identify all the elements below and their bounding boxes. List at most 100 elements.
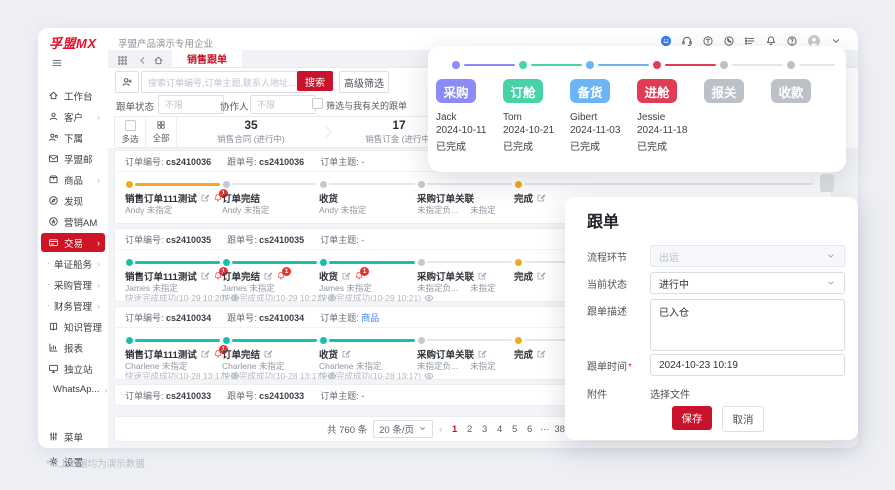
page-4[interactable]: 4 <box>493 422 506 437</box>
order-no-link[interactable]: cs2410034 <box>166 313 211 323</box>
related-to-me-label: 筛选与我有关的跟单 <box>326 101 408 111</box>
multi-select-toggle[interactable]: 多选 <box>115 117 146 147</box>
stage-select[interactable]: 出运 <box>650 245 845 267</box>
sidebar-item-home[interactable]: 工作台 <box>41 86 105 105</box>
sidebar-item-card[interactable]: 交易 › <box>41 233 105 252</box>
apps-grid-icon[interactable] <box>117 52 128 70</box>
chart-icon <box>49 343 58 352</box>
sidebar-item-compass[interactable]: 发现 <box>41 191 105 210</box>
description-textarea[interactable]: 已入仓 <box>650 299 845 351</box>
step-title: 销售订单111测试 1 <box>125 189 228 205</box>
status-select[interactable]: 进行中 <box>650 272 845 294</box>
flow-stage-badge[interactable]: 进舱 <box>637 79 677 103</box>
chevron-down-icon-glyph <box>832 39 840 43</box>
edit-icon[interactable] <box>263 349 273 360</box>
sidebar-item-whatsapp[interactable]: WhatsAp... › <box>41 380 107 399</box>
edit-icon[interactable] <box>477 271 487 282</box>
sidebar-item-mail[interactable]: 孚盟邮 <box>41 149 105 168</box>
flow-stage-badge[interactable]: 备货 <box>570 79 610 103</box>
sidebar-item-box[interactable]: 商品 › <box>41 170 105 189</box>
sidebar-item-coin[interactable]: 财务管理 › <box>41 296 105 315</box>
page-···[interactable]: ··· <box>538 422 551 437</box>
edit-icon[interactable] <box>341 349 351 360</box>
sidebar-item-doc[interactable]: 单证船务 › <box>41 254 105 273</box>
multi-select-checkbox[interactable] <box>124 119 136 131</box>
search-button[interactable]: 搜索 <box>297 71 333 91</box>
edit-icon[interactable] <box>200 349 210 360</box>
home-icon[interactable] <box>153 52 164 70</box>
step-line-trailing <box>524 183 814 185</box>
prev-page-icon[interactable]: ‹ <box>439 424 442 435</box>
flow-dot <box>787 61 795 69</box>
chevron-down-icon <box>828 281 834 285</box>
tab-sales-follow[interactable]: 销售跟单 <box>172 50 242 67</box>
sidebar-item-book[interactable]: 知识管理 <box>41 317 105 336</box>
sidebar-item-sliders[interactable]: 菜单 <box>41 427 105 446</box>
flow-line <box>464 64 515 66</box>
related-to-me-checkbox[interactable] <box>312 98 323 109</box>
order-no-link[interactable]: cs2410035 <box>166 235 211 245</box>
edit-icon[interactable] <box>200 271 210 282</box>
follow-time-input[interactable]: 2024-10-23 10:19 <box>650 354 845 376</box>
follow-status-select[interactable]: 不限 <box>158 95 224 114</box>
page-3[interactable]: 3 <box>478 422 491 437</box>
advanced-filter-button[interactable]: 高级筛选 <box>339 71 389 93</box>
order-subject-link[interactable]: 商品 <box>361 313 379 323</box>
order-subject: - <box>361 234 365 245</box>
edit-glyph <box>201 194 210 202</box>
sidebar-item-chart[interactable]: 报表 <box>41 338 105 357</box>
back-icon[interactable] <box>137 52 148 70</box>
stat-card-0[interactable]: 35 销售合同 (进行中) <box>177 117 325 147</box>
back-glyph <box>140 57 145 64</box>
order-no-link[interactable]: cs2410036 <box>166 157 211 167</box>
apps-grid-glyph <box>118 56 127 66</box>
sidebar-collapse-button[interactable] <box>51 54 63 72</box>
sidebar-item-org[interactable]: 下属 <box>41 128 105 147</box>
flow-stage-badge[interactable]: 收款 <box>771 79 811 103</box>
add-contact-button[interactable] <box>115 71 139 93</box>
step-title: 销售订单111测试 1 <box>125 345 228 361</box>
headset-icon-glyph <box>682 36 692 46</box>
edit-icon[interactable] <box>341 271 351 282</box>
step-person: Andy 未指定 <box>125 205 173 215</box>
sidebar-item-monitor[interactable]: 独立站 <box>41 359 105 378</box>
step-dot <box>223 259 230 266</box>
save-button[interactable]: 保存 <box>672 406 712 430</box>
scrollbar-thumb[interactable] <box>820 174 834 192</box>
step-person: Andy 未指定 <box>222 205 270 215</box>
edit-icon[interactable] <box>536 271 546 282</box>
step-dot <box>515 259 522 266</box>
page-6[interactable]: 6 <box>523 422 536 437</box>
cancel-button[interactable]: 取消 <box>722 406 764 432</box>
edit-icon[interactable] <box>477 349 487 360</box>
edit-icon[interactable] <box>200 193 210 204</box>
flow-stage-badge[interactable]: 采购 <box>436 79 476 103</box>
page-2[interactable]: 2 <box>463 422 476 437</box>
choose-file-link[interactable]: 选择文件 <box>650 386 690 401</box>
page-5[interactable]: 5 <box>508 422 521 437</box>
edit-icon[interactable] <box>263 271 273 282</box>
sidebar: 工作台 客户 › 下属 孚盟邮 商品 › 发现 营销AM 交易 › 单证船务 › 采购管… <box>38 50 109 469</box>
compass-icon <box>49 196 58 205</box>
flow-stage-badge[interactable]: 报关 <box>704 79 744 103</box>
box-icon <box>49 175 58 184</box>
view-icon[interactable] <box>424 293 434 301</box>
sidebar-item-user[interactable]: 客户 › <box>41 107 105 126</box>
show-all-toggle[interactable]: 全部 <box>146 117 177 147</box>
sidebar-item-cart[interactable]: 采购管理 › <box>41 275 105 294</box>
sidebar-item-am[interactable]: 营销AM <box>41 212 105 231</box>
flow-dot <box>519 61 527 69</box>
page-size-select[interactable]: 20 条/页 <box>373 420 433 438</box>
view-icon[interactable] <box>424 371 434 379</box>
step-title: 订单完结 <box>222 194 261 205</box>
collaborator-select[interactable]: 不限 <box>250 95 316 114</box>
page-1[interactable]: 1 <box>448 422 461 437</box>
edit-icon[interactable] <box>536 349 546 360</box>
search-input[interactable]: 搜索订单编号,订单主题,联系人地址... <box>141 71 307 93</box>
edit-icon[interactable] <box>536 193 546 204</box>
order-no-link[interactable]: cs2410033 <box>166 391 211 401</box>
step-title: 采购订单关联 <box>417 269 487 283</box>
reminder-bell-icon[interactable]: 1 <box>276 267 292 281</box>
reminder-bell-icon[interactable]: 1 <box>354 267 370 281</box>
flow-stage-badge[interactable]: 订舱 <box>503 79 543 103</box>
